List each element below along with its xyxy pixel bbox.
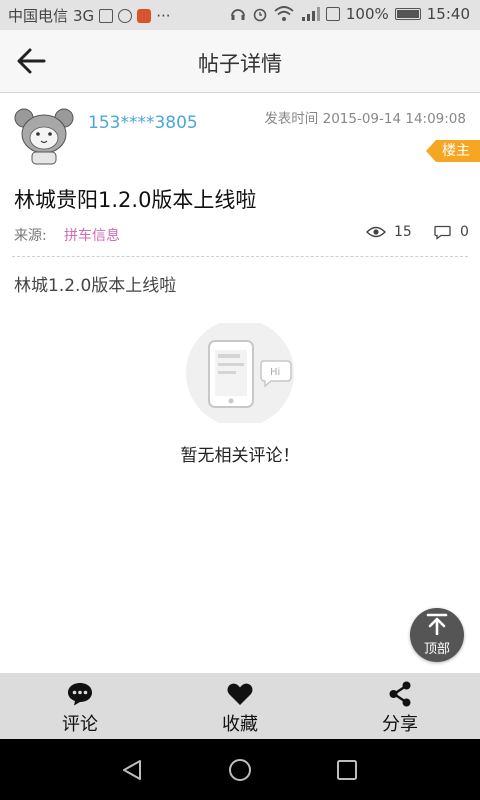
carrier-name: 中国电信 (8, 7, 69, 25)
post-time: 发表时间 2015-09-14 14:09:08 (264, 107, 466, 127)
comment-bubble-icon (68, 683, 92, 706)
back-to-top-label: 顶部 (423, 642, 450, 657)
avatar[interactable] (12, 104, 76, 168)
favorite-button-label: 收藏 (222, 714, 258, 735)
empty-state-text: 暂无相关评论！ (180, 446, 300, 466)
share-icon (389, 681, 411, 707)
favorite-button[interactable]: 收藏 (160, 673, 320, 739)
image-icon (99, 8, 114, 23)
share-button[interactable]: 分享 (320, 673, 480, 739)
alarm-icon (253, 8, 267, 22)
post-time-value: 2015-09-14 14:09:08 (322, 111, 466, 127)
comment-button-label: 评论 (62, 714, 98, 735)
wifi-icon (274, 6, 294, 21)
heart-icon (227, 683, 253, 705)
more-dots-icon: ··· (156, 6, 171, 25)
comment-count: 0 (434, 224, 469, 240)
app-icon (137, 8, 152, 23)
view-count: 15 (366, 224, 412, 240)
comment-count-value: 0 (460, 224, 469, 240)
post-time-label: 发表时间 (264, 111, 319, 127)
back-to-top-button[interactable]: 顶部 (410, 608, 464, 662)
headphones-icon (230, 9, 245, 20)
eye-icon (366, 226, 386, 238)
share-button-label: 分享 (382, 714, 418, 735)
svg-text:Hi: Hi (270, 367, 280, 378)
clock: 15:40 (426, 5, 470, 23)
comment-button[interactable]: 评论 (0, 673, 160, 739)
signal-loop-icon (118, 8, 133, 23)
post-title: 林城贵阳1.2.0版本上线啦 (14, 188, 257, 212)
arrow-up-to-top-icon (426, 613, 448, 635)
divider (12, 256, 468, 257)
status-bar: 中国电信 3G ··· 100% 15:40 (0, 0, 480, 30)
system-navigation-bar (0, 739, 480, 800)
battery-percent: 100% (345, 5, 389, 23)
comment-count-icon (434, 225, 451, 240)
source-value[interactable]: 拼车信息 (64, 225, 120, 245)
bottom-action-bar: 评论 收藏 分享 (0, 673, 480, 739)
source-label: 来源: (14, 228, 47, 244)
back-triangle-icon[interactable] (120, 758, 144, 782)
empty-comments-illustration: Hi (186, 323, 294, 423)
cell-signal-icon (301, 7, 320, 21)
app-header: 帖子详情 (0, 30, 480, 93)
owner-badge: 楼主 (426, 140, 480, 162)
recents-square-icon[interactable] (335, 758, 359, 782)
post-content: 林城1.2.0版本上线啦 (14, 276, 177, 296)
status-left: 中国电信 3G ··· (8, 5, 171, 26)
view-count-value: 15 (394, 224, 412, 240)
network-type: 3G (73, 6, 95, 25)
page-title: 帖子详情 (198, 52, 282, 76)
sim-icon (325, 7, 340, 21)
battery-icon (394, 8, 421, 20)
home-circle-icon[interactable] (228, 758, 252, 782)
status-right: 100% 15:40 (230, 5, 470, 23)
username[interactable]: 153****3805 (88, 113, 198, 133)
